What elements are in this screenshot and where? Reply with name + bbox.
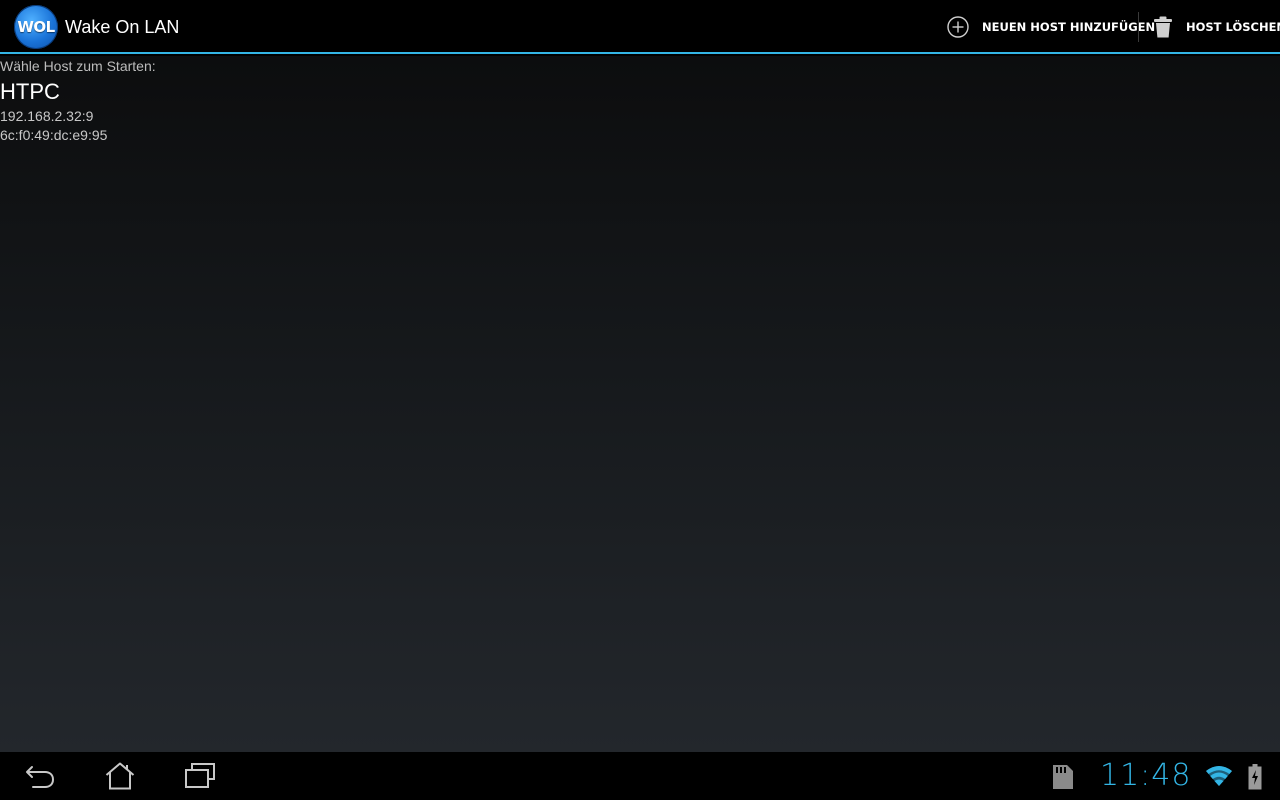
host-address: 192.168.2.32:9 [0, 108, 94, 124]
battery-charging-icon [1248, 764, 1262, 790]
trash-icon [1150, 14, 1176, 40]
app-title: Wake On LAN [65, 17, 180, 37]
content-area: Wähle Host zum Starten: HTPC 192.168.2.3… [0, 56, 1280, 752]
action-divider [1138, 12, 1139, 42]
back-icon [26, 766, 55, 788]
back-button[interactable] [20, 760, 60, 792]
system-bar: 11:48 [0, 752, 1280, 800]
host-select-prompt: Wähle Host zum Starten: [0, 58, 156, 74]
recent-apps-icon [185, 763, 215, 788]
action-bar: WOL Wake On LAN NEUEN HOST HINZUFÜGEN HO… [0, 0, 1280, 54]
host-list-item[interactable]: HTPC 192.168.2.32:9 6c:f0:49:dc:e9:95 [0, 78, 1280, 144]
add-circle-icon [945, 14, 971, 40]
delete-host-label: HOST LÖSCHEN [1186, 20, 1280, 34]
add-host-label: NEUEN HOST HINZUFÜGEN [982, 20, 1156, 34]
app-logo-icon[interactable]: WOL [14, 5, 58, 49]
screen: WOL Wake On LAN NEUEN HOST HINZUFÜGEN HO… [0, 0, 1280, 800]
home-icon [105, 762, 135, 790]
add-host-button[interactable]: NEUEN HOST HINZUFÜGEN [945, 0, 1155, 54]
sd-card-icon [1053, 765, 1073, 789]
status-clock[interactable]: 11:48 [1100, 756, 1191, 796]
app-logo-text: WOL [17, 18, 55, 36]
host-name: HTPC [0, 79, 60, 104]
home-button[interactable] [100, 760, 140, 792]
recent-apps-button[interactable] [180, 760, 220, 792]
host-mac-address: 6c:f0:49:dc:e9:95 [0, 127, 108, 143]
wifi-icon [1206, 766, 1232, 786]
delete-host-button[interactable]: HOST LÖSCHEN [1150, 0, 1280, 54]
